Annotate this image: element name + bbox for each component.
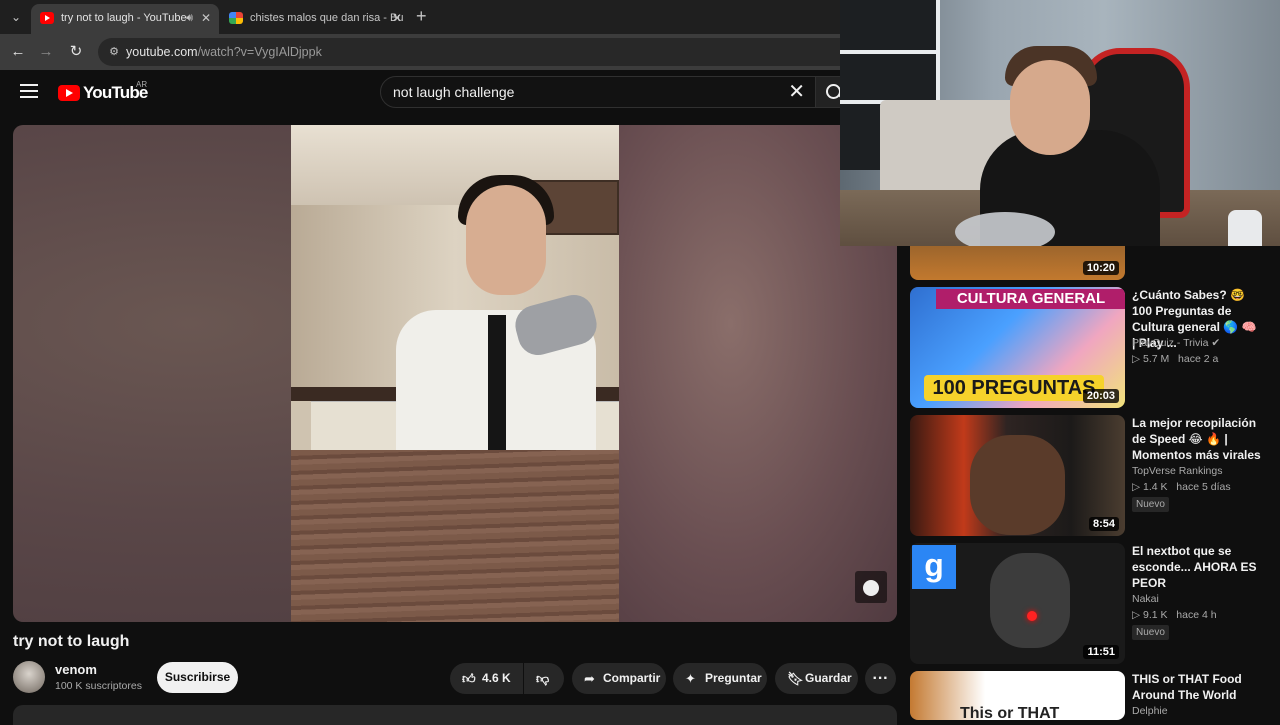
- back-arrow-icon[interactable]: ←: [8, 42, 28, 62]
- forward-arrow-icon[interactable]: →: [36, 42, 56, 62]
- channel-name[interactable]: venom: [55, 662, 97, 677]
- video-title: try not to laugh: [13, 633, 130, 650]
- close-tab-icon[interactable]: ✕: [392, 4, 402, 32]
- channel-name[interactable]: Delphie: [1132, 705, 1168, 717]
- subscribe-button[interactable]: Suscribirse: [157, 662, 238, 693]
- address-bar[interactable]: ⚙ youtube.com/watch?v=VygIAlDjppk: [98, 38, 858, 66]
- video-title[interactable]: El nextbot que se esconde... AHORA ES PE…: [1132, 543, 1262, 591]
- audio-playing-icon[interactable]: 🔊︎: [186, 4, 193, 32]
- description-box[interactable]: [13, 705, 897, 725]
- close-tab-icon[interactable]: ✕: [201, 4, 211, 32]
- clear-search-icon[interactable]: ✕: [788, 77, 805, 107]
- channel-name[interactable]: TopVerse Rankings: [1132, 465, 1222, 477]
- person-in-video: [396, 175, 602, 475]
- video-stats: ▷ 5.7 M hace 2 a: [1132, 353, 1219, 365]
- subscriber-count: 100 K suscriptores: [55, 680, 142, 692]
- video-thumbnail[interactable]: CULTURA GENERAL 100 PREGUNTAS 20:03: [910, 287, 1125, 408]
- channel-name[interactable]: PlayQuiz - Trivia ✔: [1132, 337, 1220, 349]
- ask-button[interactable]: ✦ Preguntar: [673, 663, 767, 694]
- search-input[interactable]: not laugh challenge ✕: [380, 76, 816, 108]
- country-code: AR: [136, 80, 148, 89]
- recommendation-item[interactable]: This or THAT THIS or THAT Food Around Th…: [910, 671, 1270, 720]
- duration-badge: 11:51: [1083, 645, 1119, 659]
- tab-search-icon[interactable]: ⌄: [6, 7, 26, 27]
- video-player[interactable]: [13, 125, 897, 622]
- like-count: 4.6 K: [482, 671, 511, 685]
- more-actions-button[interactable]: ···: [865, 663, 896, 694]
- video-title[interactable]: La mejor recopilación de Speed 😂 🔥 | Mom…: [1132, 415, 1262, 463]
- tab-google-search[interactable]: chistes malos que dan risa - Bu ✕: [220, 4, 410, 34]
- webcam-overlay: [840, 0, 1280, 246]
- share-icon: ➦: [584, 671, 595, 686]
- video-thumbnail[interactable]: 8:54: [910, 415, 1125, 536]
- recommendation-item[interactable]: CULTURA GENERAL 100 PREGUNTAS 20:03 ¿Cuá…: [910, 287, 1270, 408]
- url-text[interactable]: youtube.com/watch?v=VygIAlDjppk: [126, 38, 322, 66]
- video-stats: ▷ 9.1 K hace 4 h: [1132, 609, 1217, 621]
- new-badge: Nuevo: [1132, 625, 1169, 640]
- overlay-button-icon[interactable]: [855, 571, 887, 603]
- site-info-icon[interactable]: ⚙: [106, 44, 122, 60]
- thumbs-down-icon: 👎︎: [536, 671, 550, 686]
- sparkle-icon: ✦: [685, 671, 696, 686]
- duration-badge: 20:03: [1082, 389, 1119, 403]
- duration-badge: 8:54: [1088, 517, 1119, 531]
- youtube-favicon-icon: [40, 12, 54, 24]
- youtube-logo-icon: [58, 85, 80, 101]
- video-title[interactable]: THIS or THAT Food Around The World: [1132, 671, 1262, 703]
- video-frame: [291, 125, 619, 622]
- channel-avatar[interactable]: [13, 661, 45, 693]
- streamer-face: [1010, 60, 1090, 155]
- dislike-button[interactable]: 👎︎: [524, 663, 564, 694]
- channel-name[interactable]: Nakai: [1132, 593, 1159, 605]
- tab-youtube[interactable]: try not to laugh - YouTube 🔊︎ ✕: [31, 4, 219, 34]
- duration-badge: 10:20: [1082, 261, 1119, 275]
- recommendation-item[interactable]: g 11:51 El nextbot que se esconde... AHO…: [910, 543, 1270, 664]
- thumbs-up-icon: 👍︎: [462, 671, 476, 686]
- video-thumbnail[interactable]: g 11:51: [910, 543, 1125, 664]
- google-favicon-icon: [229, 12, 243, 24]
- video-thumbnail[interactable]: This or THAT: [910, 671, 1125, 720]
- bookmark-icon: 🔖︎: [787, 671, 804, 686]
- reload-icon[interactable]: ↻: [66, 42, 86, 62]
- new-tab-icon[interactable]: +: [416, 7, 427, 25]
- new-badge: Nuevo: [1132, 497, 1169, 512]
- tab-title: try not to laugh - YouTube: [61, 12, 187, 24]
- tab-title: chistes malos que dan risa - Bu: [250, 12, 404, 24]
- save-button[interactable]: 🔖︎ Guardar: [775, 663, 858, 694]
- video-stats: ▷ 1.4 K hace 5 días: [1132, 481, 1231, 493]
- share-button[interactable]: ➦ Compartir: [572, 663, 666, 694]
- recommendation-item[interactable]: 8:54 La mejor recopilación de Speed 😂 🔥 …: [910, 415, 1270, 536]
- like-button[interactable]: 👍︎ 4.6 K: [450, 663, 523, 694]
- menu-icon[interactable]: [20, 84, 38, 98]
